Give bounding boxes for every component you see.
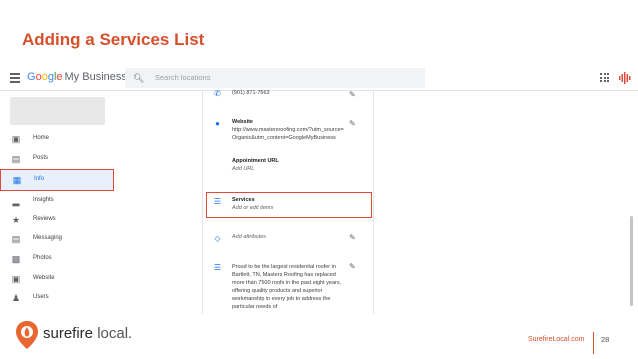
appointment-url-value[interactable]: Add URL [232, 166, 254, 172]
search-bar[interactable]: 🔍︎ Search locations [125, 68, 425, 88]
menu-icon[interactable] [10, 73, 20, 83]
sidebar-item-photos[interactable]: ▩ Photos [0, 249, 114, 271]
flame-pin-icon [16, 321, 38, 349]
edit-phone-pencil-icon[interactable]: ✎ [349, 90, 356, 99]
sidebar-item-info[interactable]: ▦ Info [0, 169, 114, 191]
add-attributes[interactable]: Add attributes [232, 234, 266, 240]
search-input[interactable]: Search locations [155, 73, 210, 82]
website-url: http://www.mastersroofing.com/?utm_sourc… [232, 127, 344, 141]
edit-website-pencil-icon[interactable]: ✎ [349, 119, 356, 128]
audio-bars-icon[interactable] [618, 71, 632, 85]
globe-icon: ● [215, 119, 220, 128]
sidebar-item-posts[interactable]: ▤ Posts [0, 149, 114, 171]
edit-attributes-pencil-icon[interactable]: ✎ [349, 233, 356, 242]
description-icon: ☰ [213, 263, 222, 272]
search-icon: 🔍︎ [133, 73, 145, 83]
storefront-icon: ▦ [12, 175, 22, 185]
phone-number: (901) 871-7663 [232, 90, 270, 96]
info-panel: ✆ (901) 871-7663 ✎ ● Website http://www.… [202, 89, 374, 314]
bar-chart-icon: ▂ [12, 196, 20, 206]
services-label[interactable]: Services [232, 197, 255, 203]
sidebar: ▣ Home ▤ Posts ▦ Info ▂ Insights ★ Revie… [0, 91, 120, 314]
brand-wordmark: surefire local. [43, 325, 133, 342]
apps-grid-icon[interactable] [600, 73, 609, 82]
tag-icon: ◇ [214, 234, 221, 243]
sidebar-item-messaging[interactable]: ▤ Messaging [0, 229, 114, 251]
slide-title: Adding a Services List [22, 30, 205, 49]
home-icon: ▣ [11, 134, 21, 144]
footer-url: SurefireLocal.com [528, 336, 585, 343]
sidebar-item-users[interactable]: ♟ Users [0, 288, 114, 310]
sidebar-item-home[interactable]: ▣ Home [0, 129, 114, 151]
top-app-bar: Google My Business 🔍︎ Search locations [0, 66, 638, 91]
website-icon: ▣ [11, 274, 21, 284]
edit-description-pencil-icon[interactable]: ✎ [349, 262, 356, 271]
add-user-icon: ♟ [11, 293, 21, 303]
photos-icon: ▩ [11, 254, 21, 264]
google-my-business-logo[interactable]: Google My Business [27, 71, 127, 83]
website-label: Website [232, 119, 253, 125]
business-description: Proud to be the largest residential roof… [232, 264, 342, 310]
phone-icon: ✆ [214, 89, 221, 98]
scrollbar[interactable] [630, 216, 633, 306]
services-highlight-box[interactable] [206, 192, 372, 218]
page-number: 28 [601, 335, 610, 344]
message-icon: ▤ [11, 234, 21, 244]
star-icon: ★ [11, 215, 21, 225]
logo-suffix: My Business [64, 71, 127, 83]
posts-icon: ▤ [11, 154, 21, 164]
gmb-screenshot: Google My Business 🔍︎ Search locations ▣ … [0, 66, 638, 314]
footer-divider [593, 332, 594, 354]
list-icon: ☰ [213, 197, 222, 206]
appointment-url-label: Appointment URL [232, 158, 279, 164]
google-wordmark: Google [27, 71, 63, 83]
business-profile-card[interactable] [10, 97, 105, 125]
services-add-edit[interactable]: Add or edit items [232, 205, 273, 211]
